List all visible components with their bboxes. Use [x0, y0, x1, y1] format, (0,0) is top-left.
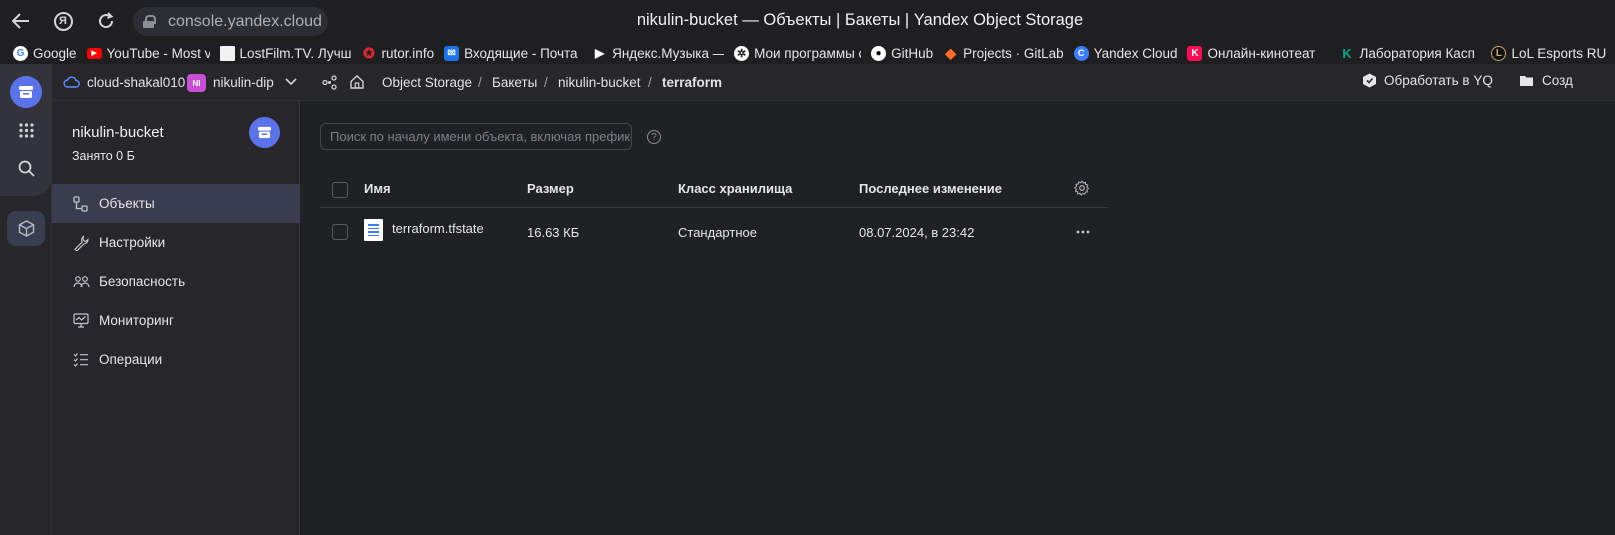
- bookmark-lostfilm[interactable]: LostFilm.TV. Лучш: [219, 45, 352, 61]
- object-storage-nav-button[interactable]: [7, 211, 45, 246]
- breadcrumb-buckets[interactable]: Бакеты: [492, 75, 537, 90]
- browser-window: { "browser": { "address": "console.yande…: [0, 0, 1615, 535]
- objects-icon: [72, 195, 90, 213]
- sidebar-item-operations[interactable]: Операции: [52, 340, 300, 379]
- gear-icon: [1074, 180, 1090, 196]
- create-button[interactable]: Созд: [1519, 73, 1573, 88]
- breadcrumb-separator: /: [648, 75, 652, 90]
- table-settings-button[interactable]: [1074, 180, 1090, 201]
- kinopoisk-icon: K: [1187, 45, 1203, 61]
- service-graph-icon[interactable]: [322, 75, 337, 90]
- breadcrumb-separator: /: [544, 75, 548, 90]
- bookmark-kaspersky[interactable]: K Лаборатория Касп: [1339, 46, 1481, 61]
- browser-toolbar: Я console.yandex.cloud nikulin-bucket — …: [0, 0, 1615, 42]
- bookmark-programs[interactable]: ✲ Мои программы с: [734, 45, 861, 61]
- cloud-icon: [63, 76, 80, 88]
- github-icon: ●: [871, 45, 887, 61]
- table-row[interactable]: terraform.tfstate 16.63 КБ Стандартное 0…: [320, 208, 1108, 258]
- bucket-icon: [19, 86, 33, 98]
- window-title: nikulin-bucket — Объекты | Бакеты | Yand…: [636, 11, 1084, 29]
- youtube-icon: ▶: [86, 47, 102, 59]
- breadcrumb-separator: /: [478, 75, 482, 90]
- grid-icon: [18, 122, 34, 138]
- bookmark-kinopoisk[interactable]: K Онлайн-кинотеат: [1187, 45, 1329, 61]
- bookmark-github[interactable]: ● GitHub: [871, 45, 933, 61]
- bookmarks-bar: GGoogle ▶YouTube - Most vie LostFilm.TV.…: [0, 42, 1615, 64]
- file-modified: 08.07.2024, в 23:42: [859, 225, 975, 240]
- all-services-button[interactable]: [10, 114, 42, 146]
- column-header-size[interactable]: Размер: [527, 181, 574, 196]
- bucket-usage: Занято 0 Б: [72, 149, 135, 163]
- bookmark-yandex-cloud[interactable]: C Yandex Cloud: [1073, 45, 1177, 61]
- search-icon: [18, 160, 35, 177]
- global-nav-rail: [0, 64, 52, 535]
- bookmark-rutor[interactable]: ✪ rutor.info: [362, 44, 434, 61]
- bookmark-music[interactable]: ▶ Яндекс.Музыка —: [592, 46, 724, 61]
- sidebar-item-monitoring[interactable]: Мониторинг: [52, 301, 300, 340]
- breadcrumb-bucket[interactable]: nikulin-bucket: [558, 75, 641, 90]
- folder-selector[interactable]: nikulin-dip: [213, 75, 274, 90]
- google-icon: G: [13, 45, 28, 61]
- file-size: 16.63 КБ: [527, 225, 580, 240]
- play-icon: ▶: [594, 46, 605, 60]
- help-button[interactable]: ?: [647, 130, 661, 144]
- column-header-storage-class[interactable]: Класс хранилища: [678, 181, 792, 196]
- process-in-yq-button[interactable]: Обработать в YQ: [1362, 73, 1493, 88]
- gitlab-icon: ◆: [945, 44, 956, 61]
- list-check-icon: [72, 351, 90, 369]
- folder-badge: NI: [187, 74, 206, 92]
- more-horizontal-icon: [1076, 230, 1090, 234]
- sidebar-item-objects[interactable]: Объекты: [52, 184, 300, 223]
- cloud-selector[interactable]: cloud-shakal010: [87, 75, 185, 90]
- home-icon[interactable]: [349, 74, 365, 90]
- bucket-name: nikulin-bucket: [72, 124, 164, 141]
- storage-service-button[interactable]: [10, 76, 42, 108]
- folder-icon: [1520, 76, 1533, 86]
- row-actions-button[interactable]: [1073, 222, 1093, 242]
- sidebar-item-settings[interactable]: Настройки: [52, 223, 300, 262]
- row-checkbox[interactable]: [332, 224, 348, 240]
- console-header: cloud-shakal010 NI nikulin-dip Object St…: [52, 64, 1615, 101]
- breadcrumb-object-storage[interactable]: Object Storage: [382, 75, 472, 90]
- select-all-checkbox[interactable]: [332, 182, 348, 198]
- bucket-icon: [258, 126, 271, 139]
- bookmark-mail[interactable]: ✉ Входящие - Почта: [444, 45, 582, 61]
- objects-content: ? Имя Размер Класс хранилища Последнее и…: [300, 101, 1615, 535]
- rutor-icon: ✪: [363, 44, 375, 61]
- users-icon: [72, 273, 90, 291]
- page-icon: [219, 45, 235, 61]
- bookmark-lol[interactable]: L LoL Esports RU: [1491, 45, 1606, 61]
- mail-icon: ✉: [444, 45, 460, 61]
- bookmark-gitlab[interactable]: ◆ Projects · GitLab: [943, 44, 1063, 61]
- bookmark-youtube[interactable]: ▶YouTube - Most vie: [86, 46, 210, 61]
- object-search-input[interactable]: [320, 123, 632, 150]
- sidebar-item-security[interactable]: Безопасность: [52, 262, 300, 301]
- yandex-cloud-icon: C: [1073, 45, 1089, 61]
- wrench-icon: [72, 234, 90, 252]
- cube-icon: [18, 220, 34, 237]
- bookmark-google[interactable]: G Google: [13, 45, 77, 61]
- bucket-sidebar: nikulin-bucket Занято 0 Б Объекты Настро…: [52, 101, 300, 535]
- column-header-name[interactable]: Имя: [364, 181, 391, 196]
- lol-icon: L: [1491, 45, 1507, 61]
- column-header-modified[interactable]: Последнее изменение: [859, 181, 1002, 196]
- yq-icon: [1363, 73, 1376, 88]
- chevron-down-icon[interactable]: [285, 78, 297, 86]
- file-storage-class: Стандартное: [678, 225, 757, 240]
- monitor-icon: [72, 312, 90, 330]
- file-icon: [364, 219, 383, 241]
- help-icon: ?: [651, 131, 657, 143]
- file-name-link[interactable]: terraform.tfstate: [392, 221, 484, 236]
- search-button[interactable]: [10, 152, 42, 184]
- breadcrumb-current: terraform: [662, 75, 723, 90]
- bucket-avatar: [249, 117, 280, 148]
- kaspersky-icon: K: [1342, 45, 1352, 61]
- programs-icon: ✲: [734, 45, 750, 61]
